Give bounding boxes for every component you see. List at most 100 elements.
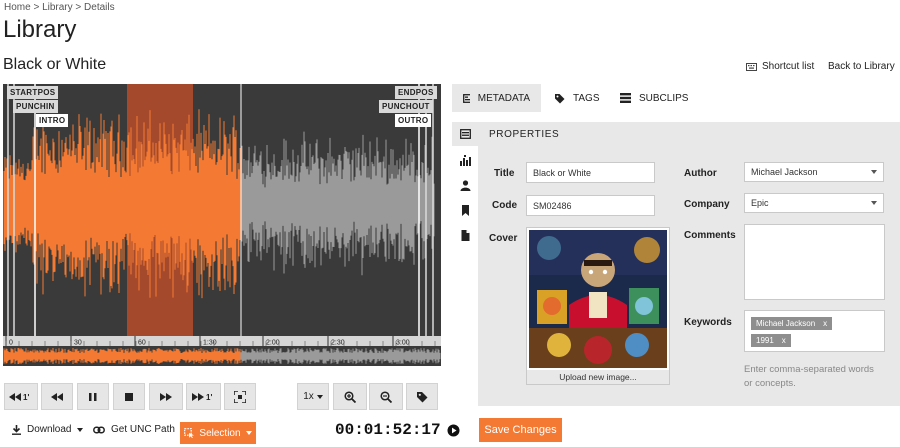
comments-textarea[interactable] bbox=[744, 224, 885, 300]
svg-text:1': 1' bbox=[206, 393, 212, 402]
company-select[interactable]: Epic bbox=[744, 193, 884, 213]
zoom-in-icon bbox=[344, 390, 356, 403]
outro-marker[interactable]: OUTRO bbox=[395, 114, 432, 127]
timeline-label: 1:30 bbox=[203, 340, 217, 347]
svg-text:1': 1' bbox=[23, 393, 29, 402]
waveform-panel[interactable]: 0 30 60 1:30 2:00 2:30 3:00 STARTPOS PUNCHIN I… bbox=[3, 84, 441, 366]
side-icon-bar bbox=[452, 146, 478, 406]
link-icon bbox=[93, 426, 105, 433]
rewind-button[interactable] bbox=[41, 383, 73, 410]
tab-tags[interactable]: TAGS bbox=[543, 84, 610, 112]
selection-icon bbox=[184, 428, 195, 438]
cover-image-box[interactable]: Upload new image... bbox=[526, 227, 670, 385]
timeline-label: 0 bbox=[9, 340, 13, 347]
tab-label: TAGS bbox=[573, 92, 600, 104]
pause-icon bbox=[89, 392, 97, 401]
save-changes-button[interactable]: Save Changes bbox=[479, 418, 562, 442]
title-label: Title bbox=[494, 168, 515, 179]
punchout-marker[interactable]: PUNCHOUT bbox=[379, 100, 433, 113]
caret-down-icon bbox=[871, 170, 877, 174]
fast-forward-button[interactable] bbox=[149, 383, 183, 410]
tab-label: SUBCLIPS bbox=[639, 92, 689, 104]
startpos-marker[interactable]: STARTPOS bbox=[7, 86, 59, 99]
zoom-out-button[interactable] bbox=[369, 383, 403, 410]
skip-forward-1min-button[interactable]: 1' bbox=[186, 383, 221, 410]
keywords-label: Keywords bbox=[684, 317, 732, 328]
rewind-icon bbox=[51, 392, 63, 401]
tag-icon bbox=[417, 391, 428, 402]
download-dropdown[interactable]: Download bbox=[12, 424, 84, 435]
timecode-value: 00:01:52:17 bbox=[335, 421, 441, 439]
bookmark-icon[interactable] bbox=[460, 205, 471, 216]
caret-down-icon bbox=[871, 201, 877, 205]
timeline-label: 60 bbox=[138, 340, 146, 347]
comments-label: Comments bbox=[684, 230, 736, 241]
skip-back-icon: 1' bbox=[9, 392, 29, 402]
author-value: Michael Jackson bbox=[751, 167, 818, 177]
timecode-display[interactable]: 00:01:52:17 bbox=[335, 421, 460, 439]
zoom-out-icon bbox=[380, 390, 392, 403]
person-icon[interactable] bbox=[460, 180, 471, 191]
page-title: Library bbox=[3, 16, 77, 43]
breadcrumb[interactable]: Home > Library > Details bbox=[4, 2, 115, 13]
keywords-input[interactable]: Michael Jackson x 1991 x bbox=[744, 310, 885, 352]
upload-new-image-button[interactable]: Upload new image... bbox=[527, 370, 669, 384]
metadata-icon bbox=[463, 93, 470, 103]
timeline-label: 30 bbox=[74, 340, 82, 347]
properties-header: PROPERTIES bbox=[489, 129, 560, 140]
skip-forward-icon: 1' bbox=[191, 392, 212, 402]
caret-down-icon bbox=[77, 427, 84, 432]
timeline-ruler[interactable] bbox=[3, 336, 441, 346]
caret-down-icon bbox=[245, 431, 252, 435]
subclips-icon bbox=[620, 93, 631, 103]
get-unc-path-button[interactable]: Get UNC Path bbox=[93, 424, 175, 435]
back-to-library-link[interactable]: Back to Library bbox=[828, 61, 895, 72]
shortcut-list-link[interactable]: Shortcut list bbox=[746, 61, 814, 72]
expand-icon bbox=[234, 390, 246, 403]
tag-button[interactable] bbox=[406, 383, 438, 410]
keywords-hint: Enter comma-separated words or concepts. bbox=[744, 364, 874, 389]
file-icon[interactable] bbox=[460, 230, 471, 241]
unc-label: Get UNC Path bbox=[111, 424, 175, 435]
properties-side-tab[interactable] bbox=[452, 122, 478, 146]
remove-keyword-icon[interactable]: x bbox=[782, 336, 786, 345]
punchin-marker[interactable]: PUNCHIN bbox=[13, 100, 58, 113]
code-field[interactable]: SM02486 bbox=[526, 195, 655, 216]
selection-dropdown[interactable]: Selection bbox=[180, 422, 256, 444]
remove-keyword-icon[interactable]: x bbox=[823, 319, 827, 328]
company-value: Epic bbox=[751, 198, 769, 208]
keyword-label: Michael Jackson bbox=[756, 319, 816, 328]
download-label: Download bbox=[27, 424, 72, 435]
zoom-in-button[interactable] bbox=[333, 383, 367, 410]
speed-dropdown[interactable]: 1x bbox=[297, 383, 329, 410]
caret-down-icon bbox=[316, 394, 323, 399]
fit-view-button[interactable] bbox=[224, 383, 256, 410]
endpos-marker[interactable]: ENDPOS bbox=[395, 86, 437, 99]
company-label: Company bbox=[684, 199, 730, 210]
skip-back-1min-button[interactable]: 1' bbox=[4, 383, 38, 410]
keyword-chip[interactable]: Michael Jackson x bbox=[751, 317, 833, 330]
timeline-label: 2:30 bbox=[331, 340, 345, 347]
play-circle-icon[interactable] bbox=[447, 424, 460, 437]
code-label: Code bbox=[492, 200, 517, 211]
timeline-label: 2:00 bbox=[266, 340, 280, 347]
tab-metadata[interactable]: METADATA bbox=[452, 84, 541, 112]
title-field[interactable]: Black or White bbox=[526, 162, 655, 183]
tag-icon bbox=[555, 93, 565, 103]
stop-button[interactable] bbox=[113, 383, 145, 410]
tab-label: METADATA bbox=[477, 92, 530, 104]
album-cover-image bbox=[529, 230, 667, 368]
stats-icon[interactable] bbox=[460, 155, 471, 166]
cover-label: Cover bbox=[489, 233, 518, 244]
author-select[interactable]: Michael Jackson bbox=[744, 162, 884, 182]
waveform[interactable]: 0 30 60 1:30 2:00 2:30 3:00 bbox=[3, 84, 441, 366]
tab-subclips[interactable]: SUBCLIPS bbox=[609, 84, 699, 112]
timeline-label: 3:00 bbox=[396, 340, 410, 347]
pause-button[interactable] bbox=[77, 383, 109, 410]
keyword-chip[interactable]: 1991 x bbox=[751, 334, 791, 347]
stop-icon bbox=[125, 392, 133, 401]
selection-label: Selection bbox=[199, 427, 241, 439]
author-label: Author bbox=[684, 168, 717, 179]
intro-marker[interactable]: INTRO bbox=[36, 114, 69, 127]
speed-value: 1x bbox=[303, 391, 314, 402]
